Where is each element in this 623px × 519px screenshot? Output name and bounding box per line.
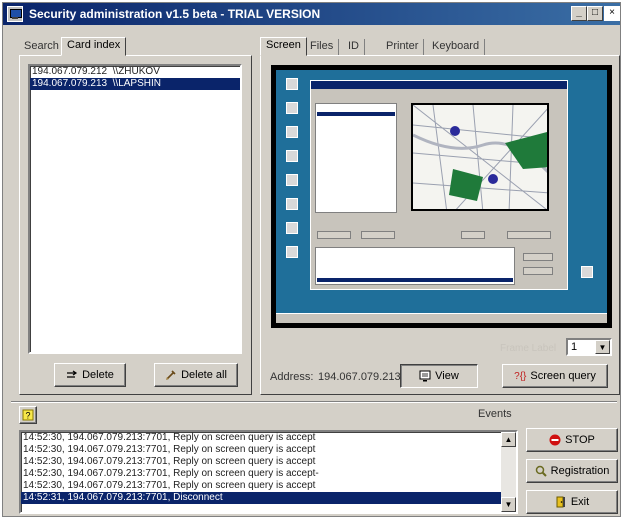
host-name: \\LAPSHIN [112, 78, 161, 89]
screen-preview-frame [271, 65, 612, 328]
host-name: \\ZHUKOV [112, 66, 160, 77]
delete-button[interactable]: Delete [54, 363, 126, 387]
screen-preview[interactable] [276, 70, 607, 323]
tab-keyboard[interactable]: Keyboard [427, 39, 486, 55]
chevron-down-icon[interactable]: ▼ [595, 340, 610, 354]
screen-query-button[interactable]: ?{} Screen query [502, 364, 608, 388]
stop-button[interactable]: STOP [526, 428, 618, 452]
tab-id[interactable]: ID [343, 39, 365, 55]
events-label: Events [478, 408, 512, 420]
tab-printer[interactable]: Printer [381, 39, 425, 55]
right-tab-strip: Screen Files ID Printer Keyboard [260, 37, 490, 56]
desktop-icon [286, 246, 298, 258]
help-button[interactable]: ? [19, 406, 37, 424]
host-list[interactable]: 194.067.079.212 \\ZHUKOV 194.067.079.213… [28, 64, 242, 354]
delete-label: Delete [82, 369, 114, 381]
view-button[interactable]: View [400, 364, 478, 388]
desktop-icon [286, 174, 298, 186]
event-row[interactable]: 14:52:31, 194.067.079.213:7701, Disconne… [21, 492, 516, 504]
address-value: 194.067.079.213 [318, 371, 401, 383]
title-bar[interactable]: Security administration v1.5 beta - TRIA… [3, 3, 620, 25]
exit-button[interactable]: Exit [526, 490, 618, 514]
host-ip: 194.067.079.213 [32, 78, 108, 89]
remote-app-window [310, 80, 568, 290]
desktop-icon [286, 102, 298, 114]
delete-all-icon [165, 369, 177, 381]
desktop-icon [286, 198, 298, 210]
host-row-zhukov[interactable]: 194.067.079.212 \\ZHUKOV [30, 66, 240, 78]
exit-icon [555, 496, 567, 508]
event-log-scrollbar[interactable]: ▲ ▼ [501, 432, 516, 512]
scroll-down-icon[interactable]: ▼ [501, 497, 516, 512]
event-row[interactable]: 14:52:30, 194.067.079.213:7701, Reply on… [21, 432, 516, 444]
left-tab-strip: Search Card index [19, 37, 129, 56]
event-row[interactable]: 14:52:30, 194.067.079.213:7701, Reply on… [21, 444, 516, 456]
delete-all-button[interactable]: Delete all [154, 363, 238, 387]
desktop-icon [581, 266, 593, 278]
event-row[interactable]: 14:52:30, 194.067.079.213:7701, Reply on… [21, 468, 516, 480]
tab-card-index[interactable]: Card index [61, 37, 127, 56]
screen-query-label: Screen query [530, 370, 596, 382]
remote-host-list [315, 103, 397, 213]
desktop-icon [286, 222, 298, 234]
desktop-icon [286, 126, 298, 138]
event-log[interactable]: 14:52:30, 194.067.079.213:7701, Reply on… [19, 430, 518, 514]
tab-screen[interactable]: Screen [260, 37, 307, 56]
minimize-button[interactable]: _ [571, 6, 587, 21]
address-label: Address: [270, 371, 314, 383]
registration-label: Registration [550, 465, 610, 477]
frame-select[interactable]: 1 ▼ [566, 338, 612, 356]
exit-label: Exit [570, 496, 590, 508]
delete-icon [66, 369, 78, 381]
delete-all-label: Delete all [181, 369, 227, 381]
remote-event-log [315, 247, 515, 285]
window-title: Security administration v1.5 beta - TRIA… [29, 7, 321, 21]
remote-map [411, 103, 549, 211]
event-row[interactable]: 14:52:30, 194.067.079.213:7701, Reply on… [21, 456, 516, 468]
app-window: Security administration v1.5 beta - TRIA… [2, 2, 621, 517]
view-label: View [435, 370, 459, 382]
svg-text:?: ? [25, 411, 30, 421]
query-icon: ?{} [514, 370, 527, 382]
desktop-icon [286, 78, 298, 90]
tab-search[interactable]: Search [19, 39, 65, 55]
tab-files[interactable]: Files [305, 39, 340, 55]
close-button[interactable]: × [604, 6, 620, 21]
map-graphic [413, 105, 547, 209]
registration-button[interactable]: Registration [526, 459, 618, 483]
scroll-up-icon[interactable]: ▲ [501, 432, 516, 447]
host-ip: 194.067.079.212 [32, 66, 108, 77]
remote-taskbar [276, 313, 607, 323]
maximize-button[interactable]: □ [587, 6, 603, 21]
stop-label: STOP [565, 434, 595, 446]
frame-label: Frame Label [500, 343, 557, 354]
app-icon [7, 6, 23, 22]
host-row-lapshin[interactable]: 194.067.079.213 \\LAPSHIN [30, 78, 240, 90]
card-index-panel: 194.067.079.212 \\ZHUKOV 194.067.079.213… [19, 55, 252, 395]
stop-icon [549, 434, 561, 446]
frame-select-value: 1 [571, 341, 578, 353]
help-icon: ? [22, 409, 34, 421]
monitor-icon [419, 370, 431, 382]
event-row[interactable]: 14:52:30, 194.067.079.213:7701, Reply on… [21, 480, 516, 492]
remote-title-bar [311, 81, 567, 89]
desktop-icon [286, 150, 298, 162]
registration-icon [535, 465, 547, 477]
divider [11, 401, 617, 403]
